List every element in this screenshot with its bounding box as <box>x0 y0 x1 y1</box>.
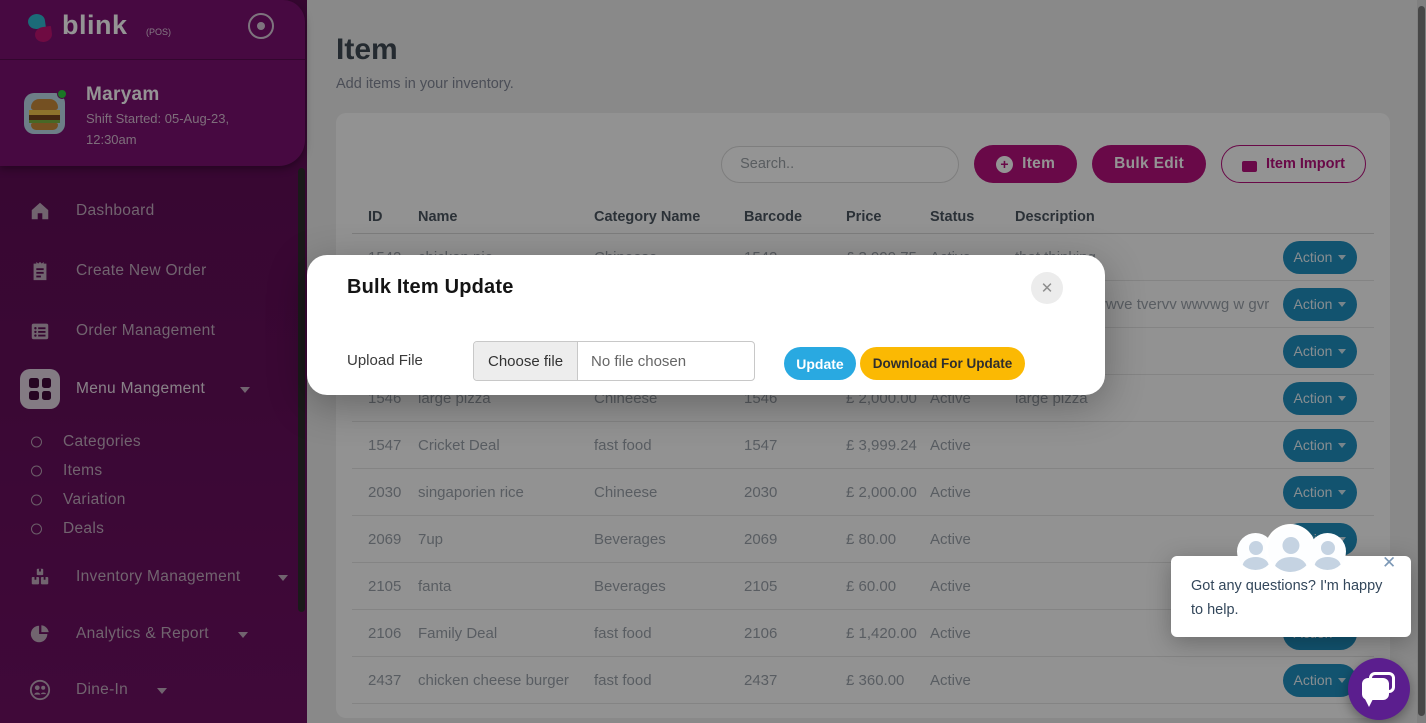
download-for-update-button[interactable]: Download For Update <box>860 347 1025 380</box>
agent-avatar <box>1268 527 1313 572</box>
choose-file-button[interactable]: Choose file <box>474 342 578 380</box>
update-button[interactable]: Update <box>784 347 856 380</box>
close-icon: ✕ <box>1041 279 1054 297</box>
upload-file-label: Upload File <box>347 352 423 369</box>
file-upload-input[interactable]: Choose file No file chosen <box>473 341 755 381</box>
chat-launcher-button[interactable] <box>1348 658 1410 720</box>
no-file-chosen-text: No file chosen <box>578 353 686 370</box>
modal-close-button[interactable]: ✕ <box>1031 272 1063 304</box>
page-scrollbar[interactable] <box>1417 0 1426 723</box>
modal-title: Bulk Item Update <box>347 276 514 299</box>
chat-close-button[interactable]: ✕ <box>1382 553 1396 573</box>
close-icon: ✕ <box>1382 553 1396 572</box>
chat-message: Got any questions? I'm happy to help. <box>1191 574 1395 622</box>
agent-avatar <box>1309 533 1346 570</box>
bulk-item-update-modal: Bulk Item Update ✕ Upload File Choose fi… <box>307 255 1105 395</box>
page-scrollbar-thumb[interactable] <box>1418 6 1425 716</box>
chat-agent-avatars <box>1233 527 1347 571</box>
